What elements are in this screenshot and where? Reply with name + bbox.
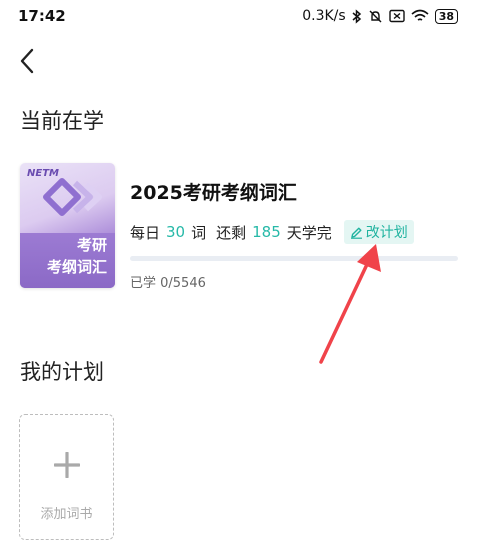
status-bar: 17:42 0.3K/s 38: [0, 0, 478, 32]
daily-prefix: 每日: [130, 223, 161, 242]
book-cover[interactable]: NETM 考研 考纲词汇: [20, 163, 115, 288]
book-title[interactable]: 2025考研考纲词汇: [130, 178, 297, 205]
battery-icon: 38: [434, 8, 458, 24]
network-speed: 0.3K/s: [302, 8, 346, 24]
add-book-label: 添加词书: [40, 507, 93, 522]
back-button[interactable]: [14, 44, 42, 78]
daily-unit: 词: [191, 223, 207, 242]
status-icons: 0.3K/s 38: [302, 8, 458, 24]
remaining-days: 185: [252, 223, 281, 241]
daily-count: 30: [166, 223, 186, 241]
my-plans-heading: 我的计划: [20, 360, 104, 384]
diamond-logo-icon: [43, 178, 102, 216]
cover-title-line2: 考纲词汇: [46, 258, 107, 276]
plan-meta: 每日 30 词 还剩 185 天学完 改计划: [130, 220, 414, 244]
remaining-prefix: 还剩: [216, 223, 247, 242]
current-study-heading: 当前在学: [20, 109, 104, 133]
wifi-icon: [411, 9, 429, 21]
status-time: 17:42: [18, 7, 66, 25]
plus-icon: [54, 452, 80, 478]
bluetooth-icon: [352, 8, 361, 24]
pencil-icon: [350, 227, 362, 239]
progress-text: 已学 0/5546: [130, 276, 206, 291]
add-book-button[interactable]: 添加词书: [19, 414, 114, 540]
chevron-left-icon: [20, 48, 34, 74]
edit-plan-label: 改计划: [365, 225, 408, 241]
cover-title-line1: 考研: [76, 236, 107, 254]
progress-bar: [130, 256, 458, 261]
mute-icon: [369, 10, 382, 22]
edit-plan-button[interactable]: 改计划: [343, 220, 414, 244]
sim-icon: [388, 9, 405, 23]
remaining-suffix: 天学完: [286, 223, 332, 242]
